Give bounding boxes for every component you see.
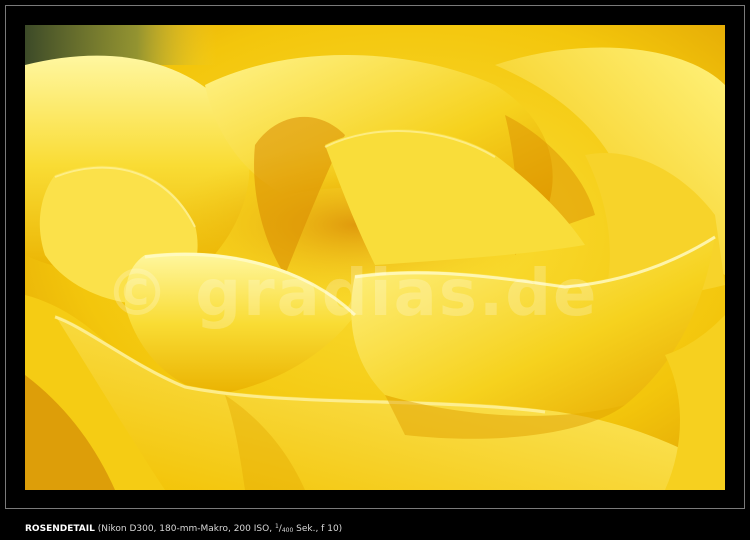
rose-photo: © gradias.de [25,25,725,490]
photo-caption: ROSENDETAIL (Nikon D300, 180-mm-Makro, 2… [25,523,343,534]
rose-petals-illustration [25,25,725,490]
fraction-denominator: 400 [281,527,294,534]
fraction-numerator: 1 [274,523,279,530]
caption-details-after: Sek., f 10) [296,524,343,534]
caption-details-before: (Nikon D300, 180-mm-Makro, 200 ISO, [97,524,273,534]
caption-title: ROSENDETAIL [25,524,95,534]
